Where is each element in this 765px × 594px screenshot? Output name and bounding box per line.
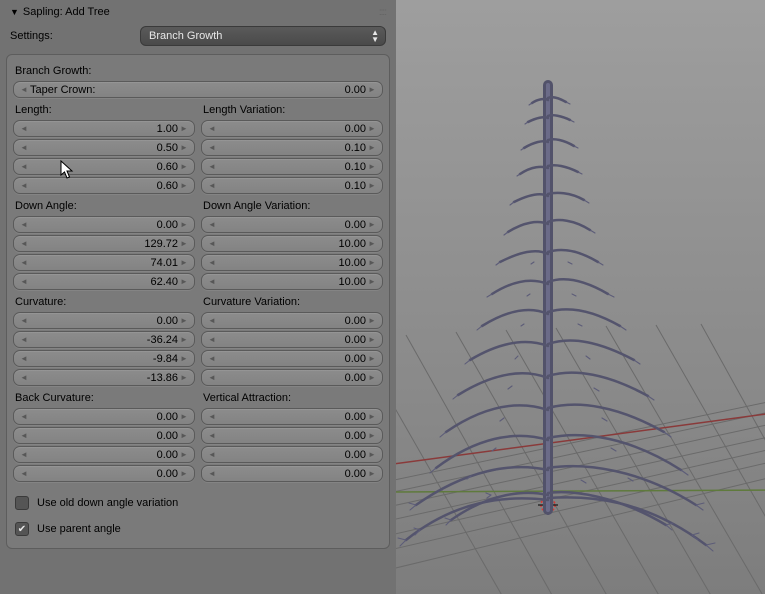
dropdown-value: Branch Growth	[149, 30, 222, 42]
length-1[interactable]: ◄0.50►	[13, 139, 195, 156]
old-down-angle-checkbox[interactable]	[15, 496, 29, 510]
curvature-title: Curvature:	[13, 292, 195, 312]
down-angle-var-1[interactable]: ◄10.00►	[201, 235, 383, 252]
branch-growth-title: Branch Growth:	[13, 61, 383, 81]
viewport-3d[interactable]	[396, 0, 765, 594]
use-parent-angle-label: Use parent angle	[37, 523, 121, 535]
use-parent-angle-checkbox[interactable]: ✔	[15, 522, 29, 536]
vert-attr-1[interactable]: ◄0.00►	[201, 427, 383, 444]
length-var-2[interactable]: ◄0.10►	[201, 158, 383, 175]
dropdown-arrows-icon: ▲▼	[371, 29, 379, 43]
curvature-1[interactable]: ◄-36.24►	[13, 331, 195, 348]
panel-header[interactable]: ▼ Sapling: Add Tree ::::	[6, 4, 390, 20]
back-curvature-title: Back Curvature:	[13, 388, 195, 408]
down-angle-2[interactable]: ◄74.01►	[13, 254, 195, 271]
taper-crown-label: Taper Crown:	[28, 84, 95, 96]
taper-crown-value: 0.00	[95, 84, 368, 96]
down-angle-3[interactable]: ◄62.40►	[13, 273, 195, 290]
curvature-var-2[interactable]: ◄0.00►	[201, 350, 383, 367]
back-curv-0[interactable]: ◄0.00►	[13, 408, 195, 425]
length-var-1[interactable]: ◄0.10►	[201, 139, 383, 156]
back-curv-2[interactable]: ◄0.00►	[13, 446, 195, 463]
curvature-var-0[interactable]: ◄0.00►	[201, 312, 383, 329]
grip-icon[interactable]: ::::	[366, 7, 386, 18]
decrement-icon[interactable]: ◄	[20, 85, 28, 94]
vert-attr-2[interactable]: ◄0.00►	[201, 446, 383, 463]
down-angle-variation-title: Down Angle Variation:	[201, 196, 383, 216]
vert-attr-3[interactable]: ◄0.00►	[201, 465, 383, 482]
collapse-icon[interactable]: ▼	[10, 7, 19, 17]
curvature-2[interactable]: ◄-9.84►	[13, 350, 195, 367]
length-0[interactable]: ◄1.00►	[13, 120, 195, 137]
length-var-3[interactable]: ◄0.10►	[201, 177, 383, 194]
vertical-attraction-title: Vertical Attraction:	[201, 388, 383, 408]
curvature-var-1[interactable]: ◄0.00►	[201, 331, 383, 348]
curvature-3[interactable]: ◄-13.86►	[13, 369, 195, 386]
branch-growth-panel: Branch Growth: ◄ Taper Crown: 0.00 ► Len…	[6, 54, 390, 549]
down-angle-var-0[interactable]: ◄0.00►	[201, 216, 383, 233]
panel-title: Sapling: Add Tree	[23, 6, 362, 18]
curvature-0[interactable]: ◄0.00►	[13, 312, 195, 329]
settings-dropdown[interactable]: Branch Growth ▲▼	[140, 26, 386, 46]
length-2[interactable]: ◄0.60►	[13, 158, 195, 175]
old-down-angle-label: Use old down angle variation	[37, 497, 178, 509]
down-angle-var-2[interactable]: ◄10.00►	[201, 254, 383, 271]
taper-crown-field[interactable]: ◄ Taper Crown: 0.00 ►	[13, 81, 383, 98]
back-curv-1[interactable]: ◄0.00►	[13, 427, 195, 444]
vert-attr-0[interactable]: ◄0.00►	[201, 408, 383, 425]
down-angle-1[interactable]: ◄129.72►	[13, 235, 195, 252]
length-title: Length:	[13, 100, 195, 120]
length-3[interactable]: ◄0.60►	[13, 177, 195, 194]
use-parent-angle-row[interactable]: ✔ Use parent angle	[13, 516, 383, 542]
down-angle-title: Down Angle:	[13, 196, 195, 216]
settings-row: Settings: Branch Growth ▲▼	[6, 20, 390, 54]
increment-icon[interactable]: ►	[368, 85, 376, 94]
down-angle-0[interactable]: ◄0.00►	[13, 216, 195, 233]
operator-panel: ▼ Sapling: Add Tree :::: Settings: Branc…	[0, 0, 396, 594]
length-var-0[interactable]: ◄0.00►	[201, 120, 383, 137]
curvature-var-3[interactable]: ◄0.00►	[201, 369, 383, 386]
tree-mesh	[396, 0, 765, 594]
length-variation-title: Length Variation:	[201, 100, 383, 120]
back-curv-3[interactable]: ◄0.00►	[13, 465, 195, 482]
settings-label: Settings:	[10, 30, 132, 42]
old-down-angle-row[interactable]: Use old down angle variation	[13, 490, 383, 516]
curvature-variation-title: Curvature Variation:	[201, 292, 383, 312]
down-angle-var-3[interactable]: ◄10.00►	[201, 273, 383, 290]
